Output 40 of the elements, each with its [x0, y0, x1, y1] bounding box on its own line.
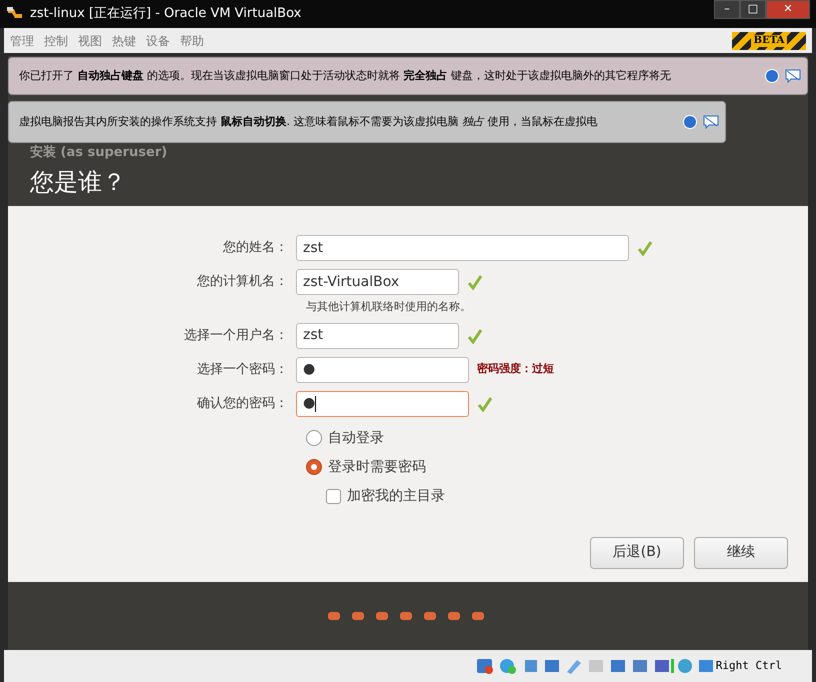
field-label: 选择一个用户名： — [183, 326, 289, 345]
installer-window-title: 安装 (as superuser) — [30, 144, 168, 162]
beta-badge: BETA — [750, 34, 788, 46]
maximize-button[interactable]: □ — [740, 0, 766, 19]
speech-bubble-icon[interactable] — [785, 69, 801, 83]
close-icon[interactable] — [765, 69, 779, 83]
close-button[interactable]: ✕ — [766, 0, 810, 19]
window-title: zst-linux [正在运行] - Oracle VM VirtualBox — [30, 5, 302, 24]
menu-item[interactable]: 热键 — [112, 32, 136, 50]
menu-item[interactable]: 控制 — [44, 32, 68, 50]
menu-item[interactable]: 视图 — [78, 32, 102, 50]
speech-bubble-icon[interactable] — [703, 115, 719, 129]
input-field[interactable]: ● — [296, 390, 469, 416]
radio-button[interactable] — [306, 430, 322, 446]
continue-button[interactable]: 继续 — [694, 536, 788, 568]
back-button[interactable]: 后退(B) — [590, 536, 684, 568]
minimize-button[interactable]: – — [714, 0, 740, 19]
radio-label: 自动登录 — [328, 428, 384, 448]
menu-item[interactable]: 管理 — [10, 32, 34, 50]
field-label: 选择一个密码： — [196, 360, 289, 379]
input-field[interactable]: zst — [296, 322, 459, 348]
field-label: 您的计算机名： — [196, 273, 289, 292]
field-hint: 与其他计算机联络时使用的名称。 — [306, 299, 472, 315]
checkbox-label: 加密我的主目录 — [347, 486, 445, 506]
notification-text: 虚拟电脑报告其内所安装的操作系统支持 鼠标自动切换. 这意味着鼠标不需要为该虚拟电脑 独占 使用，当鼠标在虚拟电 — [19, 114, 598, 130]
radio-label: 登录时需要密码 — [328, 458, 426, 476]
radio-button[interactable] — [306, 459, 322, 475]
field-label: 您的姓名： — [222, 239, 289, 258]
close-icon[interactable] — [683, 115, 697, 129]
password-strength-text: 密码强度：过短 — [477, 361, 554, 378]
menu-item[interactable]: 帮助 — [180, 32, 204, 50]
notification-text: 你已打开了 自动独占键盘 的选项。现在当该虚拟电脑窗口处于活动状态时就将 完全独占 键盘，这时处于该虚拟电脑外的其它程序将无 — [19, 68, 671, 84]
input-field[interactable]: zst-VirtualBox — [296, 269, 459, 295]
field-label: 确认您的密码： — [196, 394, 289, 413]
menu-item[interactable]: 设备 — [146, 32, 170, 50]
host-key-label: Right Ctrl — [716, 658, 782, 674]
input-field[interactable]: ● — [296, 356, 469, 382]
input-field[interactable]: zst — [296, 235, 629, 261]
checkbox[interactable] — [326, 488, 341, 504]
page-heading: 您是谁？ — [30, 167, 127, 198]
